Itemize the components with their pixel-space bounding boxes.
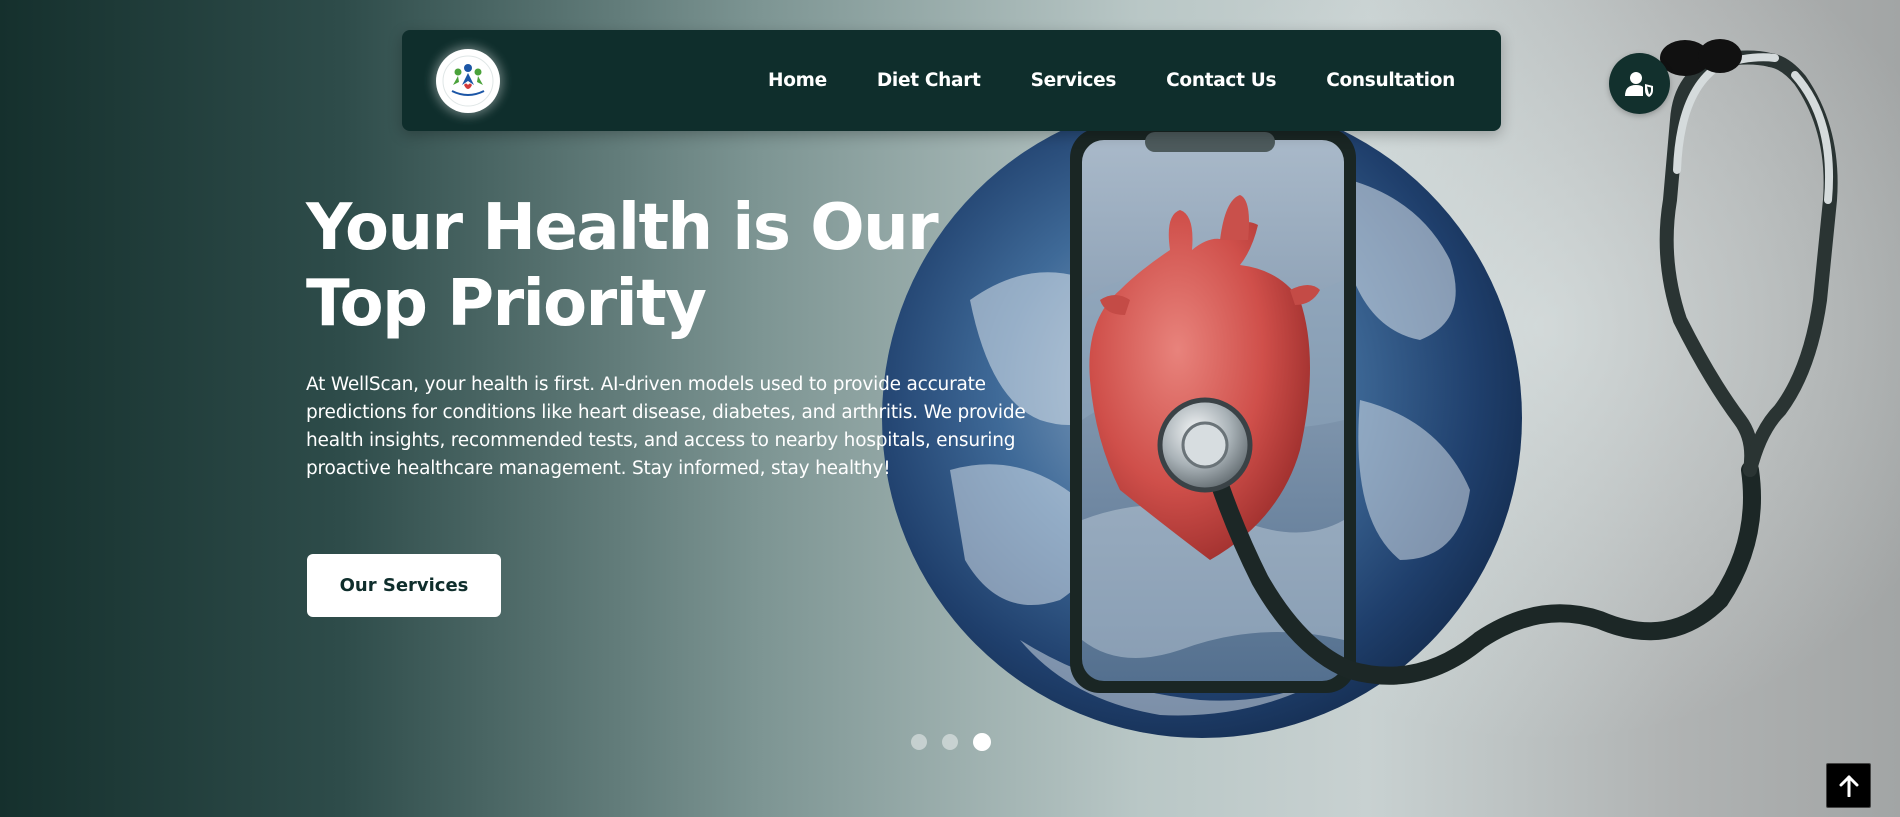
hero-title: Your Health is Our Top Priority — [306, 191, 939, 341]
arrow-up-icon — [1839, 775, 1858, 797]
account-button[interactable] — [1609, 53, 1670, 114]
carousel-dot-3[interactable] — [973, 733, 991, 751]
carousel-dot-1[interactable] — [911, 734, 927, 750]
user-shield-icon — [1624, 71, 1653, 97]
nav-link-contact-us[interactable]: Contact Us — [1166, 70, 1276, 91]
scroll-to-top-button[interactable] — [1826, 763, 1871, 808]
site-logo[interactable] — [436, 49, 500, 113]
our-services-button[interactable]: Our Services — [307, 554, 501, 617]
wellscan-logo-icon — [442, 55, 494, 107]
nav-link-consultation[interactable]: Consultation — [1326, 70, 1455, 91]
nav-links: Home Diet Chart Services Contact Us Cons… — [768, 30, 1455, 131]
main-navbar: Home Diet Chart Services Contact Us Cons… — [402, 30, 1501, 131]
nav-link-diet-chart[interactable]: Diet Chart — [877, 70, 981, 91]
nav-link-services[interactable]: Services — [1031, 70, 1117, 91]
hero-description: At WellScan, your health is first. AI-dr… — [306, 374, 1026, 479]
carousel-indicators — [911, 733, 991, 751]
carousel-dot-2[interactable] — [942, 734, 958, 750]
nav-link-home[interactable]: Home — [768, 70, 827, 91]
